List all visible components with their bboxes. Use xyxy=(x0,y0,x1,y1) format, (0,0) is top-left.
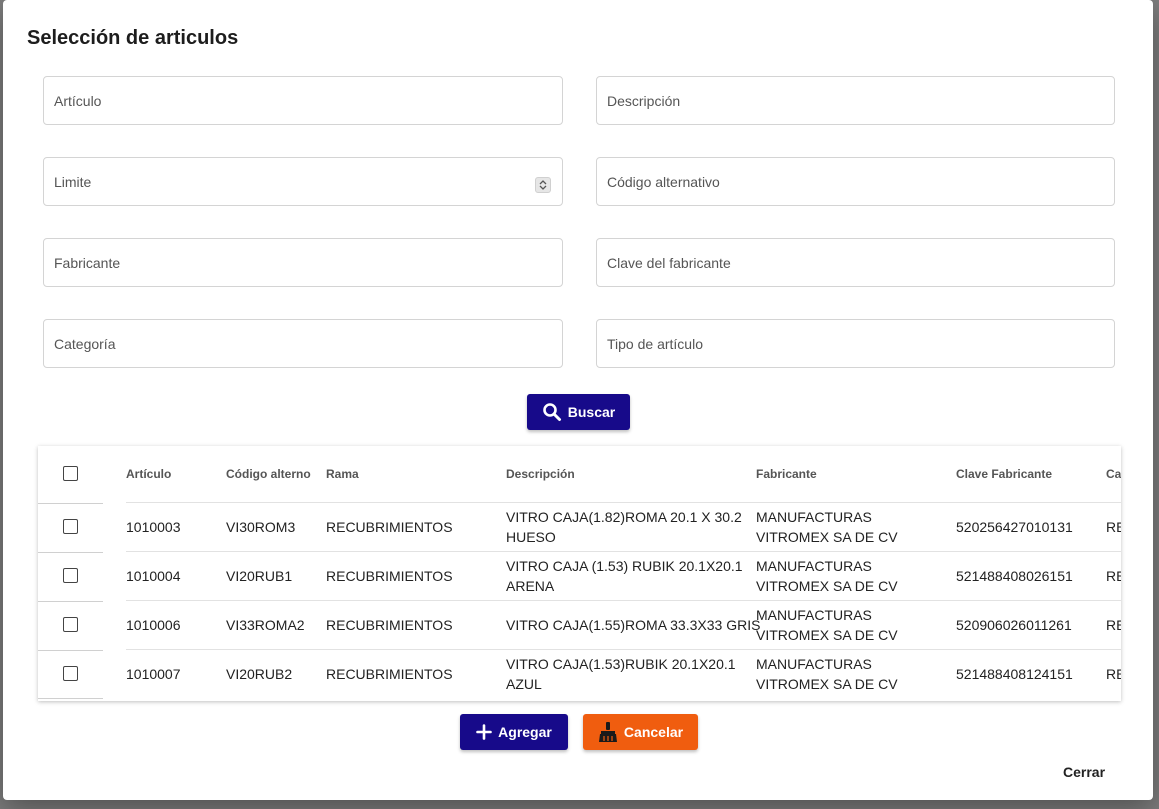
close-button[interactable]: Cerrar xyxy=(1063,764,1105,780)
cell-descripcion: VITRO CAJA(1.82)ROMA 20.1 X 30.2 HUESO xyxy=(506,502,756,552)
categoria-field xyxy=(43,319,563,368)
cell-clave-fabricante: 520906026011261 xyxy=(956,600,1106,650)
cell-rama: RECUBRIMIENTOS xyxy=(326,649,506,698)
search-button-label: Buscar xyxy=(567,404,616,420)
limite-input[interactable] xyxy=(54,158,522,205)
cell-descripcion: VITRO CAJA(1.53)RUBIK 20.1X20.1 AZUL xyxy=(506,649,756,698)
article-selection-dialog: Selección de articulos Artículo Descripc… xyxy=(3,0,1153,800)
descripcion-field xyxy=(596,76,1115,125)
table-header-row: Artículo Código alterno Rama Descripción… xyxy=(38,446,1121,504)
plus-icon xyxy=(476,724,492,740)
table-row[interactable]: 1010004 VI20RUB1 RECUBRIMIENTOS VITRO CA… xyxy=(38,551,1121,602)
column-header[interactable]: Artículo xyxy=(126,446,226,503)
cell-categoria: RE xyxy=(1106,649,1121,698)
dialog-title: Selección de articulos xyxy=(27,27,239,49)
cell-codigo-alterno: VI30ROM3 xyxy=(226,502,326,552)
cell-descripcion: VITRO CAJA(1.55)ROMA 33.3X33 GRIS xyxy=(506,600,760,650)
codigo-alternativo-input[interactable] xyxy=(607,158,1074,205)
clave-fabricante-input[interactable] xyxy=(607,239,1074,286)
results-table-card: Artículo Código alterno Rama Descripción… xyxy=(38,446,1121,701)
cancel-button-label: Cancelar xyxy=(623,724,684,740)
limite-field xyxy=(43,157,563,206)
cell-fabricante: MANUFACTURAS VITROMEX SA DE CV xyxy=(756,649,956,698)
column-header[interactable]: Código alterno xyxy=(226,446,326,503)
cell-articulo: 1010007 xyxy=(126,649,226,698)
tipo-articulo-input[interactable] xyxy=(607,320,1074,367)
number-spinner[interactable] xyxy=(535,177,551,193)
select-all-checkbox[interactable] xyxy=(63,466,78,482)
column-header[interactable]: Clave Fabricante xyxy=(956,446,1106,503)
cell-clave-fabricante: 520256427010131 xyxy=(956,502,1106,552)
cell-fabricante: MANUFACTURAS VITROMEX SA DE CV xyxy=(756,551,956,601)
search-button[interactable]: Buscar xyxy=(527,394,630,430)
cell-codigo-alterno: VI20RUB1 xyxy=(226,551,326,601)
table-row[interactable]: 1010007 VI20RUB2 RECUBRIMIENTOS VITRO CA… xyxy=(38,649,1121,699)
fabricante-input[interactable] xyxy=(54,239,522,286)
cell-fabricante: MANUFACTURAS VITROMEX SA DE CV xyxy=(756,600,956,650)
fabricante-field xyxy=(43,238,563,287)
cell-articulo: 1010003 xyxy=(126,502,226,552)
row-select-cell xyxy=(38,601,126,651)
column-header[interactable]: Descripción xyxy=(506,446,756,503)
articulo-field xyxy=(43,76,563,125)
cell-codigo-alterno: VI20RUB2 xyxy=(226,649,326,698)
column-header[interactable]: Fabricante xyxy=(756,446,956,503)
cell-codigo-alterno: VI33ROMA2 xyxy=(226,600,326,650)
column-header[interactable]: Rama xyxy=(326,446,506,503)
table-row[interactable]: 1010006 VI33ROMA2 RECUBRIMIENTOS VITRO C… xyxy=(38,600,1121,651)
cell-categoria: RE xyxy=(1106,502,1121,552)
cell-fabricante: MANUFACTURAS VITROMEX SA DE CV xyxy=(756,502,956,552)
row-checkbox[interactable] xyxy=(63,665,78,681)
add-button-label: Agregar xyxy=(498,724,552,740)
codigo-alternativo-field xyxy=(596,157,1115,206)
row-checkbox[interactable] xyxy=(63,568,78,583)
row-checkbox[interactable] xyxy=(63,617,78,632)
row-select-cell xyxy=(38,650,126,699)
row-checkbox[interactable] xyxy=(63,519,78,534)
clave-fabricante-field xyxy=(596,238,1115,287)
select-all-cell xyxy=(38,446,126,504)
broom-icon xyxy=(598,722,617,742)
table-row[interactable]: 1010003 VI30ROM3 RECUBRIMIENTOS VITRO CA… xyxy=(38,502,1121,553)
cell-rama: RECUBRIMIENTOS xyxy=(326,600,506,650)
cell-clave-fabricante: 521488408124151 xyxy=(956,649,1106,698)
cell-articulo: 1010004 xyxy=(126,551,226,601)
add-button[interactable]: Agregar xyxy=(460,714,568,750)
cell-categoria: RE xyxy=(1106,600,1121,650)
cell-descripcion: VITRO CAJA (1.53) RUBIK 20.1X20.1 ARENA xyxy=(506,551,756,601)
cell-clave-fabricante: 521488408026151 xyxy=(956,551,1106,601)
results-table: Artículo Código alterno Rama Descripción… xyxy=(38,446,1121,699)
cell-categoria: RE xyxy=(1106,551,1121,601)
row-select-cell xyxy=(38,552,126,602)
categoria-input[interactable] xyxy=(54,320,522,367)
cell-rama: RECUBRIMIENTOS xyxy=(326,502,506,552)
articulo-input[interactable] xyxy=(54,77,522,124)
cell-articulo: 1010006 xyxy=(126,600,226,650)
column-header[interactable]: Ca xyxy=(1106,446,1121,503)
spinner-arrows-icon xyxy=(539,180,547,190)
tipo-articulo-field xyxy=(596,319,1115,368)
cancel-button[interactable]: Cancelar xyxy=(583,714,698,750)
descripcion-input[interactable] xyxy=(607,77,1074,124)
search-icon xyxy=(542,403,561,421)
cell-rama: RECUBRIMIENTOS xyxy=(326,551,506,601)
checkbox-divider xyxy=(38,698,103,699)
row-select-cell xyxy=(38,503,126,553)
